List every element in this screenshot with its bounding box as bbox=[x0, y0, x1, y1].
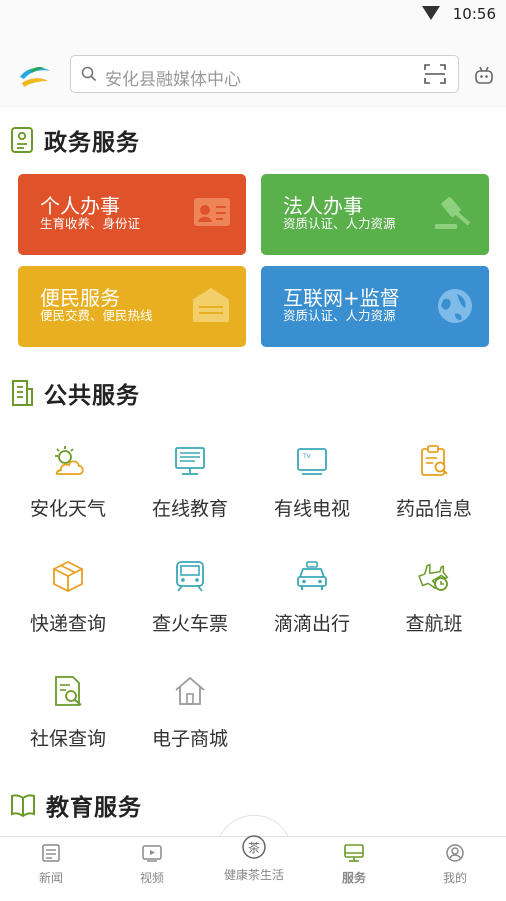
service-label: 在线教育 bbox=[151, 498, 228, 520]
card-subtitle: 资质认证、人力资源 bbox=[283, 216, 396, 231]
service-label: 电子商城 bbox=[151, 728, 228, 750]
tab-mine[interactable]: 我的 bbox=[420, 843, 490, 886]
tab-label: 我的 bbox=[442, 871, 467, 885]
tv-icon: TV bbox=[297, 448, 327, 475]
search-bar[interactable]: 安化县融媒体中心 bbox=[70, 55, 459, 93]
tab-label: 新闻 bbox=[38, 871, 63, 885]
service-online-education[interactable]: 在线教育 bbox=[127, 430, 253, 530]
app-logo bbox=[20, 67, 50, 87]
notice-board-icon bbox=[192, 288, 230, 322]
tab-news[interactable]: 新闻 bbox=[16, 843, 86, 886]
service-e-mall[interactable]: 电子商城 bbox=[127, 660, 253, 760]
clipboard-search-icon bbox=[421, 445, 448, 476]
status-time: 10:56 bbox=[452, 5, 496, 23]
service-label: 有线电视 bbox=[273, 498, 350, 520]
tab-service[interactable]: 服务 bbox=[319, 843, 389, 886]
tab-label: 服务 bbox=[341, 871, 366, 885]
tab-label: 视频 bbox=[139, 871, 164, 885]
service-social-security[interactable]: 社保查询 bbox=[5, 660, 131, 760]
card-internet-supervision[interactable]: 互联网+监督 资质认证、人力资源 bbox=[261, 266, 489, 347]
gov-section-header: 政务服务 bbox=[10, 124, 140, 156]
edu-section-header: 教育服务 bbox=[10, 789, 142, 821]
gov-section-title: 政务服务 bbox=[44, 130, 140, 156]
service-drug-info[interactable]: 药品信息 bbox=[371, 430, 497, 530]
service-label: 滴滴出行 bbox=[273, 613, 350, 635]
service-label: 药品信息 bbox=[395, 498, 472, 520]
svg-text:TV: TV bbox=[302, 453, 312, 460]
gavel-icon bbox=[435, 197, 471, 229]
train-icon bbox=[176, 561, 204, 592]
id-card-icon bbox=[194, 198, 230, 226]
svg-text:茶: 茶 bbox=[248, 840, 260, 855]
card-title: 个人办事 bbox=[40, 194, 120, 218]
card-title: 互联网+监督 bbox=[283, 286, 400, 310]
tab-label: 健康茶生活 bbox=[223, 868, 284, 882]
weather-icon bbox=[55, 446, 84, 475]
service-flight[interactable]: 查航班 bbox=[371, 545, 497, 645]
service-label: 社保查询 bbox=[29, 728, 106, 750]
news-icon bbox=[42, 844, 60, 862]
taxi-icon bbox=[297, 561, 327, 590]
header: 安化县融媒体中心 bbox=[0, 28, 506, 107]
card-title: 法人办事 bbox=[283, 194, 363, 218]
tab-health-tea-life[interactable]: 茶 健康茶生活 bbox=[212, 834, 296, 883]
card-convenience-service[interactable]: 便民服务 便民交费、便民热线 bbox=[18, 266, 246, 347]
status-bar: 10:56 bbox=[0, 0, 506, 28]
public-section-title: 公共服务 bbox=[44, 383, 140, 409]
public-section-header: 公共服务 bbox=[10, 377, 140, 409]
edu-section-title: 教育服务 bbox=[46, 795, 142, 821]
tab-video[interactable]: 视频 bbox=[117, 843, 187, 886]
scan-icon[interactable] bbox=[424, 64, 446, 84]
video-icon bbox=[142, 845, 162, 862]
home-icon bbox=[175, 676, 205, 705]
document-search-icon bbox=[55, 676, 82, 706]
card-personal-affairs[interactable]: 个人办事 生育收养、身份证 bbox=[18, 174, 246, 255]
card-legal-affairs[interactable]: 法人办事 资质认证、人力资源 bbox=[261, 174, 489, 255]
card-subtitle: 生育收养、身份证 bbox=[40, 216, 141, 231]
building-icon bbox=[12, 380, 33, 406]
service-train-ticket[interactable]: 查火车票 bbox=[127, 545, 253, 645]
service-cable-tv[interactable]: TV 有线电视 bbox=[249, 430, 375, 530]
service-label: 查航班 bbox=[405, 613, 463, 635]
service-weather[interactable]: 安化天气 bbox=[5, 430, 131, 530]
user-icon bbox=[446, 844, 464, 862]
book-icon bbox=[11, 794, 35, 818]
service-label: 快递查询 bbox=[29, 613, 106, 635]
search-input[interactable]: 安化县融媒体中心 bbox=[105, 65, 241, 90]
tea-icon: 茶 bbox=[242, 835, 266, 859]
service-express[interactable]: 快递查询 bbox=[5, 545, 131, 645]
service-didi[interactable]: 滴滴出行 bbox=[249, 545, 375, 645]
robot-icon[interactable] bbox=[474, 65, 494, 85]
card-subtitle: 资质认证、人力资源 bbox=[283, 308, 396, 323]
service-label: 查火车票 bbox=[151, 613, 228, 635]
service-label: 安化天气 bbox=[29, 498, 106, 520]
monitor-icon bbox=[175, 447, 205, 475]
globe-icon bbox=[438, 289, 472, 323]
card-title: 便民服务 bbox=[40, 286, 120, 310]
gov-service-icon bbox=[11, 127, 33, 153]
card-subtitle: 便民交费、便民热线 bbox=[40, 308, 153, 323]
wifi-icon bbox=[422, 6, 440, 20]
service-icon bbox=[344, 844, 364, 862]
search-icon bbox=[81, 66, 97, 82]
plane-clock-icon bbox=[418, 563, 449, 591]
package-icon bbox=[53, 560, 83, 593]
